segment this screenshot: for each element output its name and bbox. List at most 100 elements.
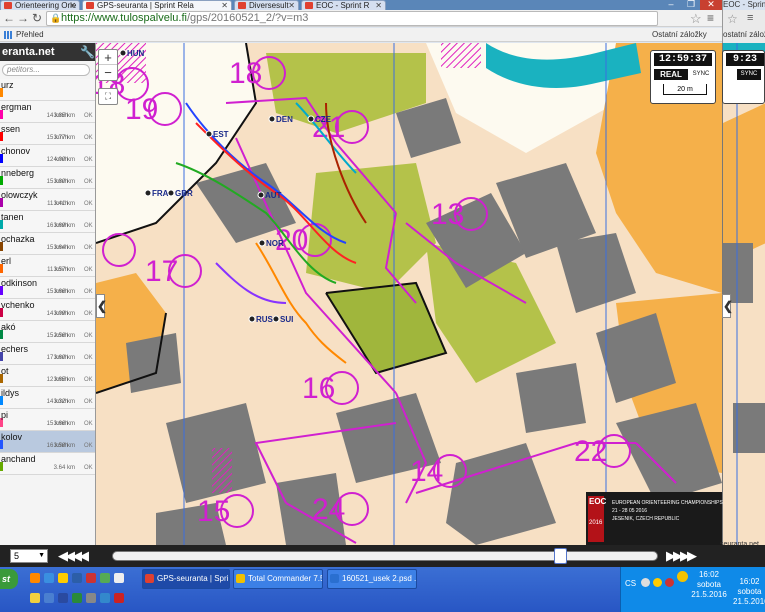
app-icon[interactable] bbox=[72, 573, 82, 583]
second-browser-window[interactable]: EOC - Sprint R ☆ ≡ ostatní záložky bbox=[722, 0, 765, 45]
team-position-dot[interactable] bbox=[272, 315, 280, 323]
team-position-dot[interactable] bbox=[205, 130, 213, 138]
tab-results[interactable]: Diversesult ✕ bbox=[234, 0, 299, 10]
app-icon[interactable] bbox=[114, 573, 124, 583]
close-tab-icon[interactable]: ✕ bbox=[375, 1, 382, 10]
competitor-row[interactable]: tanen 16 km/h 3.69 km OK bbox=[0, 211, 95, 233]
team-label[interactable]: RUS bbox=[256, 315, 274, 324]
team-label[interactable]: AUT bbox=[265, 191, 282, 200]
close-tab-icon[interactable]: ✕ bbox=[69, 1, 76, 10]
replay-slider-track[interactable] bbox=[112, 551, 658, 561]
notification-icon[interactable] bbox=[653, 578, 662, 587]
team-position-dot[interactable] bbox=[257, 191, 265, 199]
second-window-tab[interactable]: EOC - Sprint R bbox=[723, 0, 765, 10]
orienteering-map[interactable]: 1818199172013161422152421 HUNESTDENCZEFR… bbox=[96, 43, 722, 545]
bookmark-star-icon[interactable]: ☆ bbox=[690, 11, 702, 27]
competitor-row[interactable]: olowczyk 11 km/h 3.41 km OK bbox=[0, 189, 95, 211]
zoom-in-button[interactable]: + bbox=[99, 50, 117, 65]
app-icon[interactable] bbox=[44, 593, 54, 603]
team-position-dot[interactable] bbox=[258, 239, 266, 247]
close-tab-icon[interactable]: ✕ bbox=[221, 1, 228, 10]
close-button[interactable]: ✕ bbox=[700, 0, 722, 10]
menu-icon[interactable]: ≡ bbox=[707, 11, 714, 25]
minimize-button[interactable]: – bbox=[660, 0, 682, 10]
folder-icon[interactable] bbox=[58, 573, 68, 583]
maximize-button[interactable]: ❐ bbox=[680, 0, 702, 10]
competitor-row[interactable]: ergman 14 km/h 3.85 km OK bbox=[0, 101, 95, 123]
competitor-row[interactable]: ssen 15 km/h 3.77 km OK bbox=[0, 123, 95, 145]
team-position-dot[interactable] bbox=[119, 49, 127, 57]
competitor-search-input[interactable]: petitors... bbox=[2, 64, 90, 76]
competitor-row[interactable]: anchand 3.64 km OK bbox=[0, 453, 95, 475]
excel-icon[interactable] bbox=[72, 593, 82, 603]
tab-eoc[interactable]: EOC - Sprint R ✕ bbox=[301, 0, 386, 10]
reload-icon[interactable]: ↻ bbox=[30, 11, 44, 25]
map-canvas[interactable]: 1818199172013161422152421 HUNESTDENCZEFR… bbox=[96, 43, 722, 545]
team-position-dot[interactable] bbox=[248, 315, 256, 323]
team-label[interactable]: SUI bbox=[280, 315, 293, 324]
team-label[interactable]: DEN bbox=[276, 115, 293, 124]
collapse-panel-button[interactable]: ❮ bbox=[96, 294, 107, 318]
team-label[interactable]: NOR bbox=[266, 239, 284, 248]
sync-button[interactable]: SYNC bbox=[737, 69, 761, 80]
other-bookmarks[interactable]: Ostatní záložky bbox=[652, 28, 707, 42]
forward-icon[interactable]: → bbox=[16, 11, 30, 25]
app-icon[interactable] bbox=[30, 593, 40, 603]
firefox-icon[interactable] bbox=[30, 573, 40, 583]
help-icon[interactable] bbox=[641, 578, 650, 587]
competitor-row[interactable]: vchenko 14 km/h 3.09 km OK bbox=[0, 299, 95, 321]
app-icon[interactable] bbox=[100, 573, 110, 583]
tab-gps-seuranta[interactable]: GPS-seuranta | Sprint Rela ✕ bbox=[82, 0, 232, 10]
menu-icon[interactable]: ≡ bbox=[747, 12, 753, 24]
team-position-dot[interactable] bbox=[268, 115, 276, 123]
real-mode-button[interactable]: REAL bbox=[654, 69, 688, 80]
competitor-row[interactable]: erl 11 km/h 3.57 km OK bbox=[0, 255, 95, 277]
word-icon[interactable] bbox=[58, 593, 68, 603]
team-label[interactable]: CZE bbox=[315, 115, 332, 124]
taskbar-clock[interactable]: 16:02 sobota 21.5.2016 bbox=[689, 570, 729, 600]
taskbar-total-commander-window[interactable]: Total Commander 7.5... bbox=[233, 569, 323, 589]
wrench-icon[interactable]: 🔧 bbox=[80, 43, 95, 61]
team-position-dot[interactable] bbox=[167, 189, 175, 197]
competitor-row[interactable]: kolov 16 km/h 3.58 km OK bbox=[0, 431, 95, 453]
address-bar[interactable]: 🔒 https://www.tulospalvelu.fi/gps/2016052… bbox=[46, 11, 658, 26]
back-icon[interactable]: ← bbox=[2, 11, 16, 25]
apps-icon[interactable] bbox=[4, 31, 12, 39]
competitor-row[interactable]: pi 15 km/h 3.66 km OK bbox=[0, 409, 95, 431]
competitor-row[interactable]: ildys 14 km/h 3.32 km OK bbox=[0, 387, 95, 409]
bookmark-prehled[interactable]: Přehled bbox=[16, 28, 44, 42]
team-position-dot[interactable] bbox=[307, 115, 315, 123]
app-icon[interactable] bbox=[100, 593, 110, 603]
taskbar-photoshop-window[interactable]: 160521_usek 2.psd ... bbox=[327, 569, 417, 589]
competitor-row[interactable]: urz bbox=[0, 79, 95, 101]
team-label[interactable]: HUN bbox=[127, 49, 145, 58]
zoom-out-button[interactable]: − bbox=[99, 65, 117, 80]
taskbar-clock-secondary[interactable]: 16:02 sobota 21.5.2016 bbox=[733, 577, 765, 607]
competitor-row[interactable]: akó 15 km/h 2.56 km OK bbox=[0, 321, 95, 343]
competitor-row[interactable]: chonov 12 km/h 4.00 km OK bbox=[0, 145, 95, 167]
app-icon[interactable] bbox=[86, 573, 96, 583]
rewind-button[interactable]: ◀◀◀◀ bbox=[58, 548, 89, 564]
team-label[interactable]: EST bbox=[213, 130, 229, 139]
sync-button[interactable]: SYNC bbox=[689, 69, 713, 80]
competitor-row[interactable]: odkinson 15 km/h 3.66 km OK bbox=[0, 277, 95, 299]
fast-forward-button[interactable]: ▶▶▶▶ bbox=[666, 548, 697, 564]
start-button[interactable]: st bbox=[0, 569, 18, 589]
bookmark-star-icon[interactable]: ☆ bbox=[727, 12, 738, 26]
tab-orienteering[interactable]: Orienteering Orie ✕ bbox=[0, 0, 80, 10]
chrome-icon[interactable] bbox=[44, 573, 54, 583]
language-indicator[interactable]: CS bbox=[625, 579, 636, 588]
competitor-row[interactable]: nneberg 15 km/h 3.80 km OK bbox=[0, 167, 95, 189]
replay-speed-select[interactable]: 5 ▼ bbox=[10, 549, 48, 563]
team-label[interactable]: GBR bbox=[175, 189, 193, 198]
app-icon[interactable] bbox=[86, 593, 96, 603]
security-icon[interactable] bbox=[665, 578, 674, 587]
competitor-row[interactable]: echers 17 km/h 3.60 km OK bbox=[0, 343, 95, 365]
replay-slider-handle[interactable] bbox=[553, 548, 567, 564]
taskbar-chrome-window[interactable]: GPS-seuranta | Sprint... bbox=[142, 569, 230, 589]
competitor-row[interactable]: ot 12 km/h 3.65 km OK bbox=[0, 365, 95, 387]
app-icon[interactable] bbox=[114, 593, 124, 603]
fullscreen-icon[interactable]: ⛶ bbox=[98, 88, 118, 105]
collapse-panel-button-right[interactable]: ❮ bbox=[722, 294, 733, 318]
second-window-bookmarks[interactable]: ostatní záložky bbox=[723, 30, 765, 39]
